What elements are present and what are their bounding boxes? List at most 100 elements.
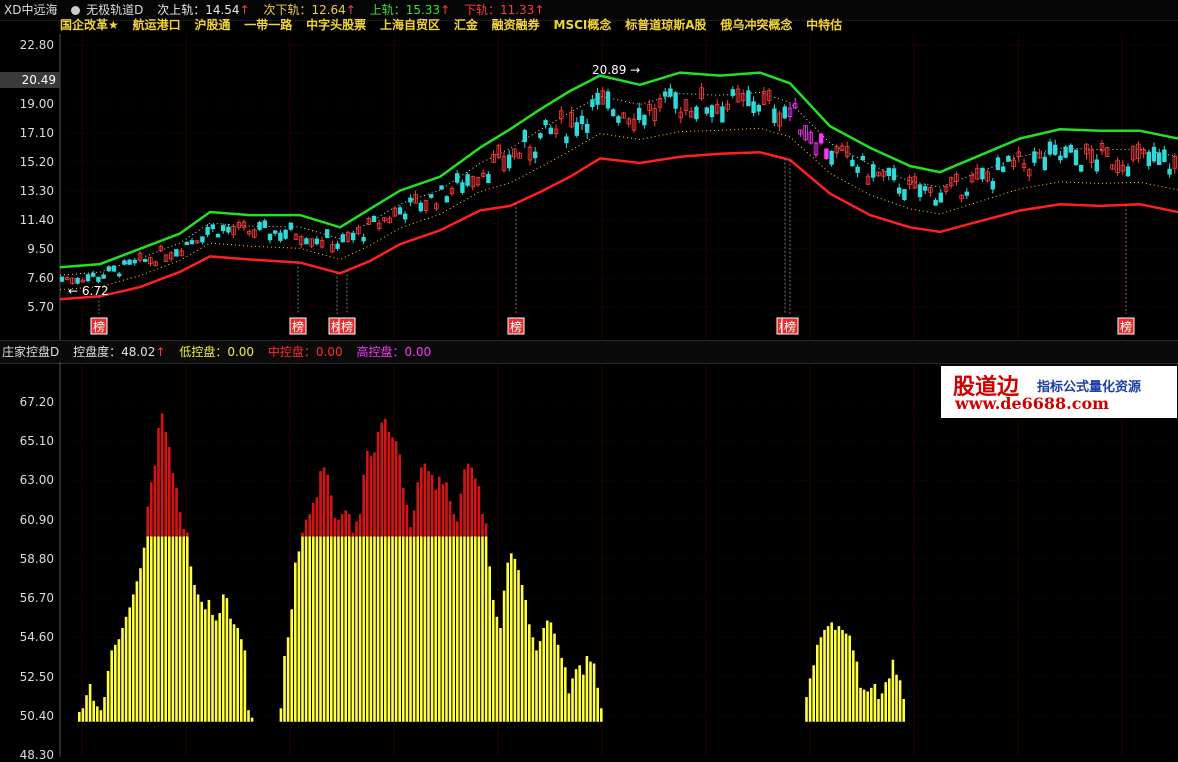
candle-body (486, 173, 491, 184)
control-bar-mid (355, 521, 358, 537)
sub-indicator-name[interactable]: 庄家控盘D (2, 341, 59, 363)
control-bar (531, 637, 535, 722)
tag-10[interactable]: 标普道琼斯A股 (625, 16, 706, 34)
candle-body (101, 274, 106, 279)
control-bar (888, 678, 891, 722)
candle-body (460, 182, 465, 193)
control-bar (600, 708, 603, 722)
control-bar (574, 669, 578, 722)
control-bar-mid (333, 517, 337, 537)
candle-body (891, 168, 897, 181)
control-bar (474, 536, 477, 722)
radio-icon[interactable] (71, 6, 81, 15)
tag-7[interactable]: 汇金 (454, 16, 478, 34)
tag-3[interactable]: 沪股通 (194, 16, 230, 34)
control-bar (841, 629, 844, 722)
candle-body (751, 101, 756, 113)
control-bar (862, 689, 866, 722)
list-marker-badge: 榜 (781, 317, 799, 335)
tag-6[interactable]: 上海自贸区 (380, 16, 440, 34)
control-bar (812, 665, 815, 722)
control-bar (420, 536, 423, 722)
low-price-label: ← 6.72 (68, 284, 109, 298)
candle-body (543, 120, 548, 126)
control-bar (178, 536, 182, 722)
tag-5[interactable]: 中字头股票 (306, 16, 366, 34)
tag-9[interactable]: MSCI概念 (554, 16, 612, 34)
control-bar (506, 562, 509, 722)
control-bar-mid (153, 465, 157, 537)
control-bar (222, 594, 225, 722)
control-bar-mid (423, 463, 427, 537)
candle-body (408, 197, 413, 203)
control-bar (114, 644, 117, 722)
control-bar (517, 570, 520, 722)
control-bar (351, 536, 355, 722)
candle-body (267, 233, 273, 241)
candle-body (210, 224, 215, 230)
control-bar-mid (412, 510, 416, 537)
candle-body (850, 159, 855, 167)
candle-body (1006, 155, 1011, 162)
control-tick: 54.60 (19, 630, 54, 644)
candle-body (709, 105, 715, 118)
tag-4[interactable]: 一带一路 (244, 16, 292, 34)
control-bar (164, 536, 167, 722)
tag-12[interactable]: 中特估 (806, 16, 842, 34)
control-bar (877, 699, 880, 722)
candle-body (324, 229, 330, 238)
svg-text:榜: 榜 (784, 319, 796, 334)
candle-body (283, 229, 288, 239)
control-bar-mid (398, 454, 401, 537)
candle-body (886, 167, 891, 176)
control-bar (96, 706, 99, 722)
candle-body (746, 90, 751, 107)
control-bar (175, 536, 178, 722)
control-tick: 60.90 (19, 513, 54, 527)
control-bar (434, 536, 437, 722)
control-bar-mid (434, 489, 437, 537)
control-bar (387, 536, 391, 722)
control-bar (99, 710, 103, 722)
candle-body (782, 106, 787, 119)
price-tick: 15.20 (19, 155, 54, 169)
candle-body (938, 192, 943, 203)
control-bar (585, 656, 589, 722)
tag-8[interactable]: 融资融券 (492, 16, 540, 34)
tag-11[interactable]: 俄乌冲突概念 (720, 16, 792, 34)
candle-body (200, 236, 205, 243)
candle-body (340, 234, 345, 243)
control-bar (477, 536, 481, 722)
candle-body (1047, 141, 1053, 155)
price-chart[interactable]: 20.89 →← 6.72榜榜榜榜榜榜榜榜 (0, 34, 1178, 340)
control-bar (873, 684, 877, 722)
control-bar (448, 536, 452, 722)
control-bar (376, 536, 380, 722)
control-bar (402, 536, 405, 722)
candle-body (533, 151, 538, 159)
control-bar-mid (358, 514, 362, 537)
control-bar (866, 691, 869, 722)
control-bar-mid (373, 452, 376, 537)
logo-url: www.de6688.com (955, 394, 1110, 413)
control-bar (294, 562, 297, 722)
tag-2[interactable]: 航运港口 (133, 16, 181, 34)
control-bar-mid (340, 514, 344, 537)
control-bar (110, 650, 113, 722)
candle-body (1079, 164, 1084, 172)
candle-body (1001, 166, 1006, 172)
tag-1[interactable]: 国企改革★ (60, 16, 119, 34)
candle-body (1162, 149, 1167, 163)
control-bar (834, 629, 837, 722)
control-bar (330, 536, 333, 722)
control-bar (135, 581, 139, 722)
control-bar (549, 622, 553, 722)
candle-body (855, 166, 860, 173)
control-bar-mid (456, 521, 459, 537)
control-chart[interactable] (0, 362, 1178, 757)
control-bar-mid (150, 482, 153, 537)
candle-body (1032, 151, 1037, 163)
control-bar (391, 536, 394, 722)
control-bar (880, 693, 884, 722)
control-bar (819, 637, 823, 722)
